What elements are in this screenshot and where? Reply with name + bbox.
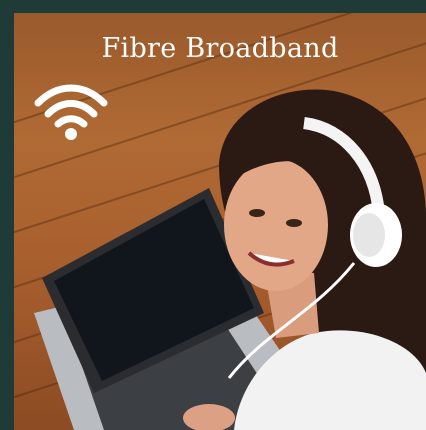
hero-photo: Fibre Broadband xyxy=(14,13,426,430)
wifi-icon xyxy=(34,84,108,140)
banner-title: Fibre Broadband xyxy=(101,33,339,64)
woman-laptop-illustration xyxy=(34,89,426,430)
banner-frame: Fibre Broadband xyxy=(0,0,426,430)
